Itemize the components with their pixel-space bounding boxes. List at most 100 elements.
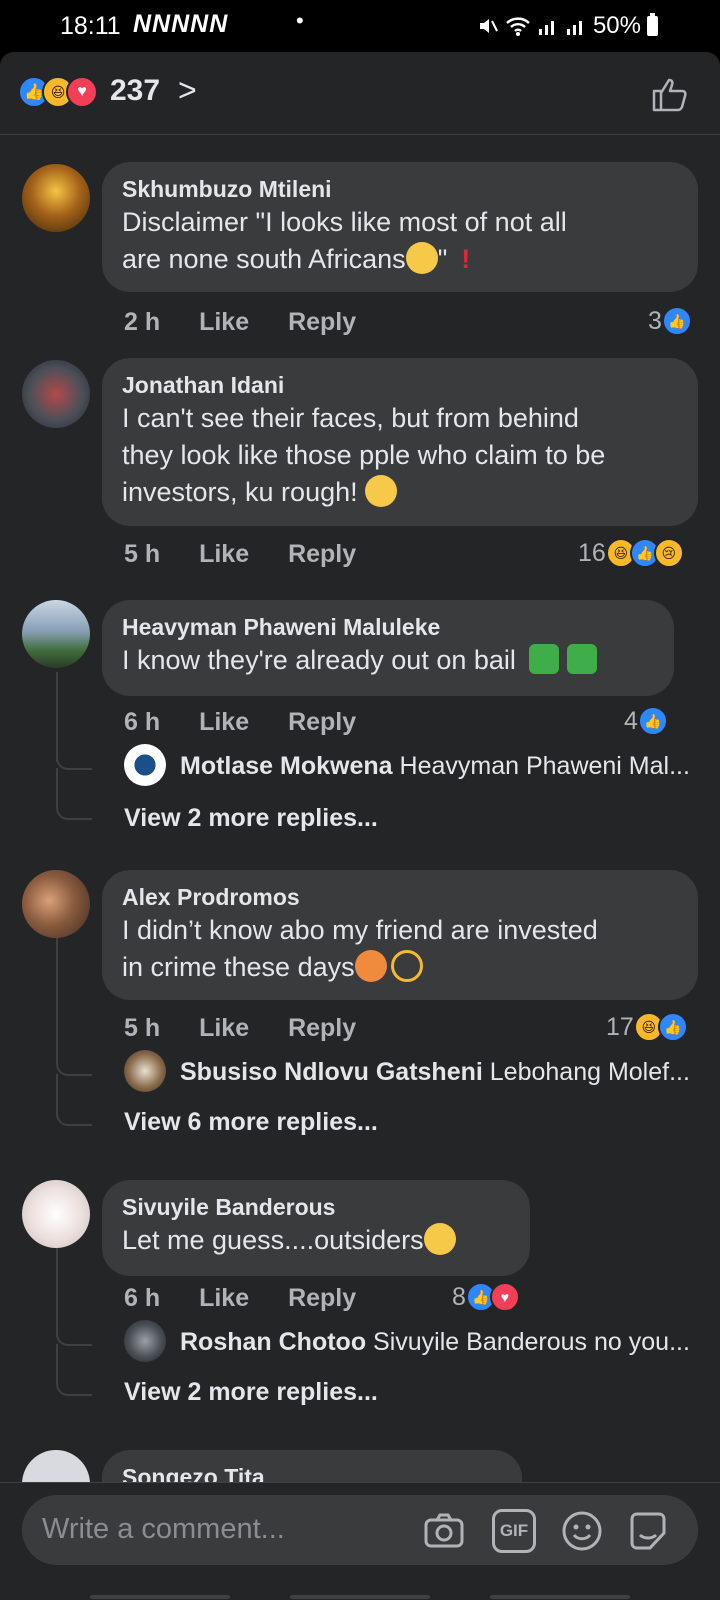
nav-bar-indicator	[490, 1595, 630, 1599]
comment-author[interactable]: Sivuyile Banderous	[122, 1192, 510, 1222]
avatar[interactable]	[22, 360, 90, 428]
thread-line	[56, 1248, 58, 1320]
reply-button[interactable]: Reply	[288, 1284, 356, 1312]
comment-author[interactable]: Skhumbuzo Mtileni	[122, 174, 678, 204]
camera-icon[interactable]	[422, 1509, 466, 1553]
reply-preview[interactable]: Roshan Chotoo Sivuyile Banderous no you.…	[180, 1328, 690, 1357]
reply-author[interactable]: Sbusiso Ndlovu Gatsheni	[180, 1058, 483, 1086]
avatar[interactable]	[124, 1050, 166, 1092]
like-outline-icon[interactable]	[650, 74, 690, 114]
signal-icon	[538, 21, 554, 35]
comment-actions: 2 h Like Reply	[124, 308, 388, 337]
reaction-number: 16	[578, 538, 606, 567]
comment-text-segment: "	[437, 244, 448, 274]
comment-text-line: are none south Africans "!	[122, 241, 678, 278]
thread-connector	[56, 1048, 92, 1076]
sticker-icon[interactable]	[626, 1509, 670, 1553]
like-icon: 👍	[637, 706, 668, 736]
comments-panel: 👍 😆 ♥ 237 > Skhumbuzo Mtileni Disclaimer…	[0, 52, 720, 1600]
comment-text: I can't see their faces, but from behind…	[122, 400, 678, 511]
emoji-icon[interactable]	[560, 1509, 604, 1553]
reactions-bar[interactable]: 👍 😆 ♥ 237 >	[0, 52, 720, 135]
running-person-emoji-icon	[390, 950, 423, 982]
reply-button[interactable]: Reply	[288, 708, 356, 736]
comment-text-segment: in crime these days	[122, 952, 355, 982]
like-button[interactable]: Like	[199, 540, 249, 568]
comment-text-segment: are none south Africans	[122, 244, 406, 274]
comment-text-line: they look like those pple who claim to b…	[122, 440, 606, 470]
comment-text: I didn’t know abo my friend are invested…	[122, 912, 678, 986]
like-icon: 👍	[661, 306, 692, 336]
reaction-count[interactable]: 237	[110, 74, 160, 108]
chevron-right-icon[interactable]: >	[178, 72, 197, 109]
comment-composer: Write a comment... GIF	[0, 1482, 720, 1600]
reply-button[interactable]: Reply	[288, 540, 356, 568]
reply-button[interactable]: Reply	[288, 308, 356, 336]
mute-icon	[479, 19, 498, 33]
view-more-replies[interactable]: View 2 more replies...	[124, 804, 378, 833]
thread-connector	[56, 1074, 92, 1126]
crying-laughing-emoji-icon	[365, 475, 398, 507]
thread-connector	[56, 742, 92, 770]
comment-time: 5 h	[124, 540, 161, 568]
view-more-replies[interactable]: View 2 more replies...	[124, 1378, 378, 1407]
comment-bubble[interactable]: Sivuyile Banderous Let me guess....outsi…	[102, 1180, 530, 1276]
gif-icon[interactable]: GIF	[492, 1509, 536, 1553]
reply-text: Heavyman Phaweni Mal...	[399, 752, 690, 780]
comment-placeholder: Write a comment...	[42, 1513, 285, 1545]
comment-actions: 6 h Like Reply	[124, 708, 388, 737]
reply-preview[interactable]: Sbusiso Ndlovu Gatsheni Lebohang Molef..…	[180, 1058, 690, 1087]
nav-bar-indicator	[90, 1595, 230, 1599]
reaction-number: 4	[624, 706, 638, 735]
reply-text: Sivuyile Banderous no you...	[373, 1328, 690, 1356]
avatar[interactable]	[22, 164, 90, 232]
comment-text: Let me guess....outsiders	[122, 1222, 510, 1259]
comment-text-line: Disclaimer "I looks like most of not all	[122, 207, 567, 237]
comment-time: 5 h	[124, 1014, 161, 1042]
reply-button[interactable]: Reply	[288, 1014, 356, 1042]
avatar[interactable]	[22, 870, 90, 938]
reply-text: Lebohang Molef...	[489, 1058, 690, 1086]
comment-author[interactable]: Alex Prodromos	[122, 882, 678, 912]
reply-author[interactable]: Roshan Chotoo	[180, 1328, 366, 1356]
comment-actions: 5 h Like Reply	[124, 1014, 388, 1043]
comment-time: 6 h	[124, 1284, 161, 1312]
reply-preview[interactable]: Motlase Mokwena Heavyman Phaweni Mal...	[180, 752, 690, 781]
like-button[interactable]: Like	[199, 308, 249, 336]
avatar[interactable]	[22, 1180, 90, 1248]
exclamation-emoji-icon: !	[461, 244, 471, 274]
comment-bubble[interactable]: Heavyman Phaweni Maluleke I know they're…	[102, 600, 674, 696]
love-icon: ♥	[489, 1282, 520, 1312]
reaction-number: 17	[606, 1012, 634, 1041]
comment-reaction-count[interactable]: 4 👍	[624, 706, 668, 736]
comment-text-line: I can't see their faces, but from behind	[122, 403, 579, 433]
sad-icon: 😢	[653, 538, 684, 568]
thread-line	[56, 938, 58, 1048]
comment-reaction-count[interactable]: 3 👍	[648, 306, 692, 336]
comment-author[interactable]: Heavyman Phaweni Maluleke	[122, 612, 654, 642]
comment-text-segment: investors, ku rough!	[122, 477, 358, 507]
avatar[interactable]	[22, 600, 90, 668]
reaction-number: 3	[648, 306, 662, 335]
like-button[interactable]: Like	[199, 1284, 249, 1312]
avatar[interactable]	[124, 1320, 166, 1362]
view-more-replies[interactable]: View 6 more replies...	[124, 1108, 378, 1137]
comment-text-line: in crime these days	[122, 949, 678, 986]
comment-reaction-count[interactable]: 8 👍 ♥	[452, 1282, 520, 1312]
comment-bubble[interactable]: Alex Prodromos I didn’t know abo my frie…	[102, 870, 698, 1000]
comment-author[interactable]: Jonathan Idani	[122, 370, 678, 400]
comment-reaction-count[interactable]: 17 😆 👍	[606, 1012, 688, 1042]
reply-author[interactable]: Motlase Mokwena	[180, 752, 393, 780]
comment-bubble[interactable]: Skhumbuzo Mtileni Disclaimer "I looks li…	[102, 162, 698, 292]
status-bar: 18:11 NNNNN • 50%	[0, 0, 720, 52]
person-gesturing-emoji-icon	[354, 950, 387, 982]
comment-time: 2 h	[124, 308, 161, 336]
battery-percent: 50%	[592, 12, 641, 39]
like-button[interactable]: Like	[199, 708, 249, 736]
avatar[interactable]	[124, 744, 166, 786]
comment-input[interactable]: Write a comment... GIF	[22, 1495, 698, 1565]
comment-reaction-count[interactable]: 16 😆 👍 😢	[578, 538, 684, 568]
like-button[interactable]: Like	[199, 1014, 249, 1042]
comment-text: I know they're already out on bail	[122, 642, 654, 679]
comment-bubble[interactable]: Jonathan Idani I can't see their faces, …	[102, 358, 698, 526]
